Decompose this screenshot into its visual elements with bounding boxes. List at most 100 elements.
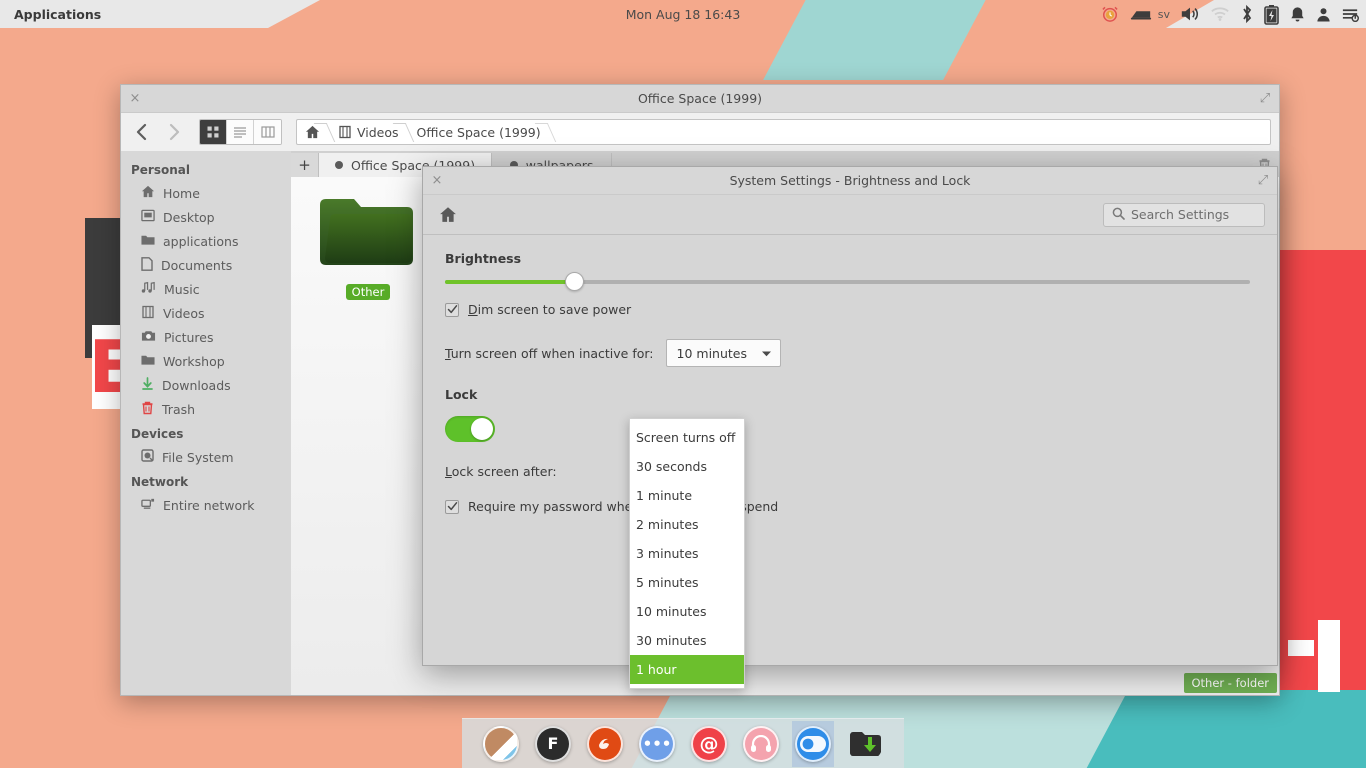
sidebar-item-home[interactable]: Home [121,181,291,205]
dropdown-option[interactable]: 1 minute [630,481,744,510]
file-manager-close-button[interactable]: × [121,85,149,113]
sidebar-item-entire-network[interactable]: Entire network [121,493,291,517]
network-icon [141,497,155,513]
search-icon [1112,207,1125,223]
wallpaper-letter-dash [1288,640,1314,656]
breadcrumb-videos[interactable]: Videos [330,120,409,144]
battery-icon[interactable] [1264,4,1279,25]
dropdown-option[interactable]: 1 hour [630,655,744,684]
sidebar-item-file-system[interactable]: File System [121,445,291,469]
dim-screen-checkbox[interactable] [445,302,459,317]
lock-toggle[interactable] [445,416,495,442]
sidebar-item-applications[interactable]: applications [121,229,291,253]
tab-indicator-dot [335,161,343,169]
dock-app-files[interactable] [844,721,886,767]
lock-screen-after-dropdown[interactable]: Screen turns off 30 seconds 1 minute 2 minu… [629,418,745,689]
sidebar-item-desktop[interactable]: Desktop [121,205,291,229]
column-view-button[interactable] [254,120,281,144]
file-manager-sidebar: Personal Home Desktop applications Docum… [121,151,291,695]
back-button[interactable] [129,119,155,145]
dock-app-chat[interactable]: ••• [636,721,678,767]
wallpaper-letter-i [1318,620,1340,692]
keyboard-icon[interactable] [1130,6,1152,22]
download-icon [141,376,154,394]
settings-maximize-button[interactable]: ⤢ [1249,167,1277,195]
search-input-placeholder: Search Settings [1131,207,1230,222]
dock-app-firefox-icon [587,725,623,762]
sidebar-item-downloads[interactable]: Downloads [121,373,291,397]
dim-screen-label: Dim screen to save power [468,302,632,317]
settings-close-button[interactable]: × [423,167,451,195]
brightness-slider[interactable] [445,272,1250,291]
new-tab-button[interactable]: + [291,153,319,177]
sidebar-item-pictures[interactable]: Pictures [121,325,291,349]
dock-app-mail[interactable]: @ [688,721,730,767]
dropdown-option[interactable]: 3 minutes [630,539,744,568]
view-mode-group [199,119,282,145]
lock-toggle-knob [471,418,493,440]
dock-app-settings[interactable] [792,720,834,767]
turn-screen-off-combobox[interactable]: 10 minutes [665,339,782,367]
sidebar-item-applications-label: applications [163,233,239,249]
brightness-slider-knob[interactable] [564,272,584,291]
search-input[interactable]: Search Settings [1103,202,1265,227]
dock-app-chat-icon: ••• [639,725,675,762]
file-manager-title: Office Space (1999) [637,91,763,106]
file-item-other-label: Other [345,284,391,300]
lock-screen-after-label: Lock screen after: [445,464,557,479]
dock-app-fonts[interactable]: F [532,721,574,767]
bluetooth-icon[interactable] [1240,4,1254,24]
wifi-icon[interactable] [1210,6,1230,22]
breadcrumb-current-label: Office Space (1999) [416,124,541,140]
sidebar-item-file-system-label: File System [162,449,234,465]
settings-window: × System Settings - Brightness and Lock … [422,166,1278,666]
dock-app-browser[interactable] [480,721,522,767]
user-icon[interactable] [1316,6,1331,23]
file-manager-titlebar[interactable]: × Office Space (1999) ⤢ [121,85,1279,113]
session-menu-icon[interactable] [1341,6,1360,23]
dropdown-option[interactable]: 10 minutes [630,597,744,626]
dock-app-music[interactable] [740,721,782,767]
brightness-section-title: Brightness [445,251,522,266]
trash-icon [141,401,154,418]
sidebar-item-downloads-label: Downloads [162,377,231,393]
breadcrumb-home[interactable] [297,120,330,144]
sidebar-item-documents[interactable]: Documents [121,253,291,277]
dropdown-option[interactable]: 5 minutes [630,568,744,597]
sidebar-heading-devices: Devices [131,427,184,441]
dropdown-option[interactable]: 30 minutes [630,626,744,655]
notification-bell-icon[interactable] [1289,5,1306,23]
list-view-button[interactable] [227,120,254,144]
dropdown-option[interactable]: Screen turns off [630,423,744,452]
sidebar-item-trash[interactable]: Trash [121,397,291,421]
system-tray: sv [1100,0,1360,28]
file-manager-toolbar: Videos Office Space (1999) [121,113,1279,151]
breadcrumb: Videos Office Space (1999) [296,119,1271,145]
require-password-checkbox[interactable] [445,499,459,514]
sidebar-item-music[interactable]: Music [121,277,291,301]
dropdown-option[interactable]: 30 seconds [630,452,744,481]
dock-app-files-icon [847,726,883,762]
dim-screen-row: Dim screen to save power [445,302,1255,317]
settings-titlebar[interactable]: × System Settings - Brightness and Lock … [423,167,1277,195]
dropdown-option[interactable]: 2 minutes [630,510,744,539]
forward-button[interactable] [161,119,187,145]
settings-home-button[interactable] [435,202,461,228]
sidebar-item-workshop-label: Workshop [163,353,225,369]
keyboard-layout-label[interactable]: sv [1158,8,1170,21]
dim-screen-label-text: im screen to save power [477,302,632,317]
sidebar-item-videos[interactable]: Videos [121,301,291,325]
file-manager-maximize-button[interactable]: ⤢ [1251,85,1279,113]
sidebar-item-workshop[interactable]: Workshop [121,349,291,373]
dock-app-firefox[interactable] [584,721,626,767]
settings-content: Brightness Dim screen to save power Turn… [423,235,1277,665]
home-icon [141,185,155,201]
status-badge: Other - folder [1183,673,1277,693]
file-item-other[interactable]: Other [313,191,423,300]
volume-icon[interactable] [1180,5,1200,23]
alarm-clock-icon[interactable] [1100,4,1120,24]
breadcrumb-current[interactable]: Office Space (1999) [409,120,551,144]
dock: F ••• @ [462,718,904,768]
icon-view-button[interactable] [200,120,227,144]
sidebar-item-trash-label: Trash [162,401,196,417]
